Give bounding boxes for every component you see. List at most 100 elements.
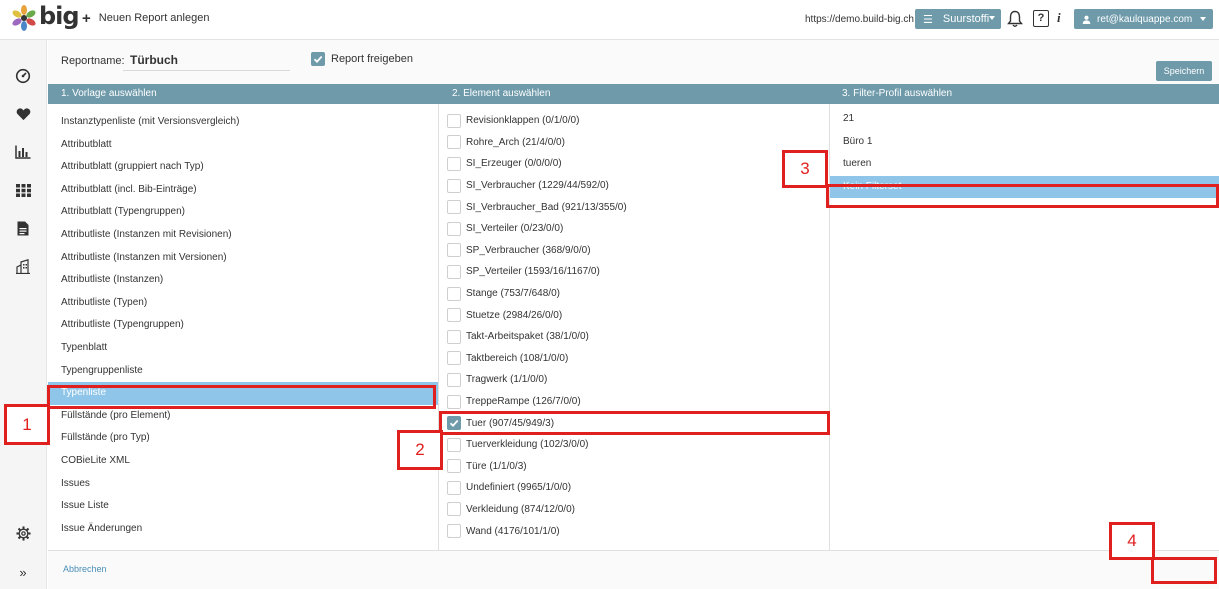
template-item[interactable]: Attributblatt (incl. Bib-Einträge) [48,179,438,202]
element-label: Türe (1/1/0/3) [466,460,527,472]
template-item[interactable]: Typengruppenliste [48,360,438,383]
logo-text: big [39,2,80,30]
element-label: Stange (753/7/648/0) [466,288,560,300]
element-item[interactable]: TreppeRampe (126/7/0/0) [439,391,829,413]
template-item[interactable]: Attributliste (Instanzen) [48,269,438,292]
element-column-heading: 2. Element auswählen [452,88,551,99]
element-label: SI_Verbraucher (1229/44/592/0) [466,180,609,192]
checkbox-icon[interactable] [447,502,461,517]
template-item[interactable]: Füllstände (pro Element) [48,405,438,428]
checkbox-icon[interactable] [447,480,461,495]
template-item[interactable]: Füllstände (pro Typ) [48,427,438,450]
template-item[interactable]: Attributblatt (Typengruppen) [48,201,438,224]
checkbox-icon[interactable] [447,135,461,150]
checkbox-icon[interactable] [447,308,461,323]
template-item[interactable]: Instanztypenliste (mit Versionsvergleich… [48,111,438,134]
filter-item[interactable]: Kein Filterset [830,175,1219,199]
element-label: Wand (4176/101/1/0) [466,525,560,537]
checkbox-icon[interactable] [447,351,461,366]
checkbox-icon[interactable] [447,286,461,301]
template-item[interactable]: Issue Liste [48,495,438,518]
element-item[interactable]: SI_Verbraucher (1229/44/592/0) [439,175,829,197]
checkbox-icon[interactable] [447,437,461,452]
checkbox-icon[interactable] [447,200,461,215]
plus-icon: + [82,9,91,27]
element-item[interactable]: SP_Verteiler (1593/16/1167/0) [439,261,829,283]
element-item[interactable]: Takt-Arbeitspaket (38/1/0/0) [439,326,829,348]
document-icon[interactable] [14,219,32,237]
element-item[interactable]: SI_Verteiler (0/23/0/0) [439,218,829,240]
element-item[interactable]: Undefiniert (9965/1/0/0) [439,477,829,499]
element-item[interactable]: Taktbereich (108/1/0/0) [439,348,829,370]
info-icon[interactable]: i [1057,10,1061,26]
project-label: Suurstoffi [942,13,990,25]
expand-sidebar-icon[interactable]: » [14,563,32,581]
caret-down-icon [1200,17,1206,21]
bar-chart-icon[interactable] [14,143,32,161]
template-item[interactable]: Attributblatt [48,134,438,157]
element-label: TreppeRampe (126/7/0/0) [466,396,581,408]
top-bar: big + Neuen Report anlegen https://demo.… [0,0,1219,40]
element-item[interactable]: Verkleidung (874/12/0/0) [439,499,829,521]
new-report-button[interactable]: + Neuen Report anlegen [82,9,209,27]
checkbox-icon[interactable] [447,156,461,171]
template-item[interactable]: Attributliste (Instanzen mit Versionen) [48,247,438,270]
element-item[interactable]: Stuetze (2984/26/0/0) [439,304,829,326]
checkbox-icon[interactable] [447,113,461,128]
user-icon [1082,15,1091,24]
checkbox-icon[interactable] [447,524,461,539]
filter-item[interactable]: tueren [830,153,1219,176]
save-button[interactable]: Speichern [1156,61,1212,81]
help-icon[interactable]: ? [1033,10,1049,27]
columns-header: 1. Vorlage auswählen 2. Element auswähle… [48,84,1219,104]
checkbox-checked-icon[interactable] [447,416,461,431]
checkbox-icon[interactable] [447,459,461,474]
element-label: Verkleidung (874/12/0/0) [466,503,575,515]
dashboard-icon[interactable] [14,67,32,85]
element-item[interactable]: Tragwerk (1/1/0/0) [439,369,829,391]
grid-icon[interactable] [14,181,32,199]
annotation-number-4: 4 [1109,522,1155,560]
element-label: Undefiniert (9965/1/0/0) [466,482,572,494]
checkbox-icon[interactable] [447,243,461,258]
template-item[interactable]: Attributblatt (gruppiert nach Typ) [48,156,438,179]
element-item[interactable]: SI_Erzeuger (0/0/0/0) [439,153,829,175]
building-icon[interactable] [14,257,32,275]
template-item[interactable]: COBieLite XML [48,450,438,473]
checkbox-icon[interactable] [447,221,461,236]
element-item[interactable]: Tuerverkleidung (102/3/0/0) [439,434,829,456]
template-list[interactable]: Instanztypenliste (mit Versionsvergleich… [48,104,439,550]
publish-checkbox[interactable]: Report freigeben [311,52,413,66]
template-item[interactable]: Attributliste (Typen) [48,292,438,315]
element-item[interactable]: Rohre_Arch (21/4/0/0) [439,132,829,154]
user-dropdown[interactable]: ret@kaulquappe.com [1074,9,1213,29]
filter-item[interactable]: 21 [830,108,1219,131]
checkbox-icon[interactable] [447,394,461,409]
template-item[interactable]: Attributliste (Typengruppen) [48,314,438,337]
filter-item[interactable]: Büro 1 [830,131,1219,154]
filter-list[interactable]: 21 Büro 1 tueren Kein Filterset [830,104,1219,550]
template-item[interactable]: Typenliste [48,382,438,405]
checkbox-icon[interactable] [447,329,461,344]
project-dropdown[interactable]: ☰ Suurstoffi [915,9,1001,29]
checkbox-icon[interactable] [447,178,461,193]
template-item[interactable]: Issue Änderungen [48,518,438,541]
element-item[interactable]: SP_Verbraucher (368/9/0/0) [439,240,829,262]
element-item[interactable]: Türe (1/1/0/3) [439,456,829,478]
element-item[interactable]: Wand (4176/101/1/0) [439,520,829,542]
gear-icon[interactable] [14,524,32,542]
checkbox-icon[interactable] [447,372,461,387]
element-list[interactable]: Revisionklappen (0/1/0/0) Rohre_Arch (21/… [439,104,830,550]
checkbox-icon[interactable] [447,264,461,279]
template-item[interactable]: Attributliste (Instanzen mit Revisionen) [48,224,438,247]
bell-icon[interactable] [1007,10,1023,28]
element-item[interactable]: Tuer (907/45/949/3) [439,412,829,434]
template-item[interactable]: Issues [48,473,438,496]
heart-icon[interactable] [14,105,32,123]
report-name-input[interactable] [123,49,290,71]
template-item[interactable]: Typenblatt [48,337,438,360]
element-item[interactable]: Revisionklappen (0/1/0/0) [439,110,829,132]
element-item[interactable]: SI_Verbraucher_Bad (921/13/355/0) [439,196,829,218]
cancel-link[interactable]: Abbrechen [63,564,107,574]
element-item[interactable]: Stange (753/7/648/0) [439,283,829,305]
